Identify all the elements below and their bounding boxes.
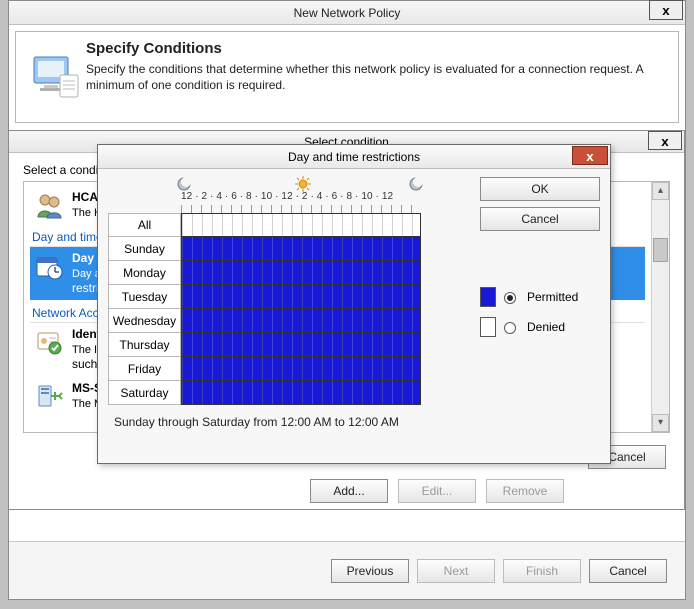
page-heading: Specify Conditions [86,40,668,57]
dialog-title-bar[interactable]: Day and time restrictions x [98,145,610,169]
previous-button[interactable]: Previous [331,559,409,583]
next-button: Next [417,559,495,583]
day-row-fri[interactable] [181,357,421,381]
cancel-button[interactable]: Cancel [480,207,600,231]
legend-label: Permitted [527,290,578,304]
day-label-thu[interactable]: Thursday [108,333,181,357]
swatch-denied [480,317,496,337]
day-label-tue[interactable]: Tuesday [108,285,181,309]
day-label-wed[interactable]: Wednesday [108,309,181,333]
day-row-sat[interactable] [181,381,421,405]
page-description: Specify the conditions that determine wh… [86,61,668,93]
legend: Permitted Denied [480,287,600,337]
day-time-restrictions-dialog: Day and time restrictions x 12 [97,144,611,464]
day-row-sun[interactable] [181,237,421,261]
radio-permitted[interactable] [504,292,516,304]
hour-labels: 12 · 2 · 4 · 6 · 8 · 10 · 12 · 2 · 4 · 6… [181,191,393,202]
policy-icon [26,40,86,114]
close-button[interactable]: x [649,0,683,20]
clock-calendar-icon [34,251,64,281]
day-label-fri[interactable]: Friday [108,357,181,381]
cancel-button[interactable]: Cancel [589,559,667,583]
radio-denied[interactable] [504,322,516,334]
users-icon [34,190,64,220]
close-button[interactable]: x [572,146,608,165]
close-button[interactable]: x [648,131,682,150]
schedule-grid[interactable]: All Sunday Monday Tuesday Wednesday Thur… [108,213,470,405]
wizard-header: Specify Conditions Specify the condition… [15,31,679,123]
hour-header: 12 · 2 · 4 · 6 · 8 · 10 · 12 · 2 · 4 · 6… [181,177,470,205]
legend-denied[interactable]: Denied [480,317,600,337]
window-title-bar[interactable]: New Network Policy x [9,1,685,25]
day-label-all[interactable]: All [108,213,181,237]
schedule-summary: Sunday through Saturday from 12:00 AM to… [108,415,470,429]
day-row-wed[interactable] [181,309,421,333]
edit-button: Edit... [398,479,476,503]
server-icon [34,381,64,411]
scroll-down-button[interactable]: ▾ [652,414,669,432]
day-row-thu[interactable] [181,333,421,357]
scroll-thumb[interactable] [653,238,668,262]
day-label-sun[interactable]: Sunday [108,237,181,261]
finish-button: Finish [503,559,581,583]
scrollbar[interactable]: ▴ ▾ [651,182,669,432]
legend-permitted[interactable]: Permitted [480,287,600,307]
schedule-area: 12 · 2 · 4 · 6 · 8 · 10 · 12 · 2 · 4 · 6… [108,177,470,429]
condition-action-row: Add... Edit... Remove [310,479,564,497]
identity-icon [34,327,64,357]
add-button[interactable]: Add... [310,479,388,503]
day-row-all[interactable] [181,213,421,237]
swatch-permitted [480,287,496,307]
hour-ticks [181,205,421,213]
remove-button: Remove [486,479,564,503]
day-row-tue[interactable] [181,285,421,309]
legend-label: Denied [527,320,565,334]
moon-icon [409,177,423,191]
wizard-button-row: Previous Next Finish Cancel [9,541,685,599]
day-label-mon[interactable]: Monday [108,261,181,285]
dialog-title: Day and time restrictions [288,150,420,164]
scroll-up-button[interactable]: ▴ [652,182,669,200]
window-title: New Network Policy [294,6,401,20]
day-row-mon[interactable] [181,261,421,285]
ok-button[interactable]: OK [480,177,600,201]
day-label-sat[interactable]: Saturday [108,381,181,405]
moon-icon [177,177,191,191]
